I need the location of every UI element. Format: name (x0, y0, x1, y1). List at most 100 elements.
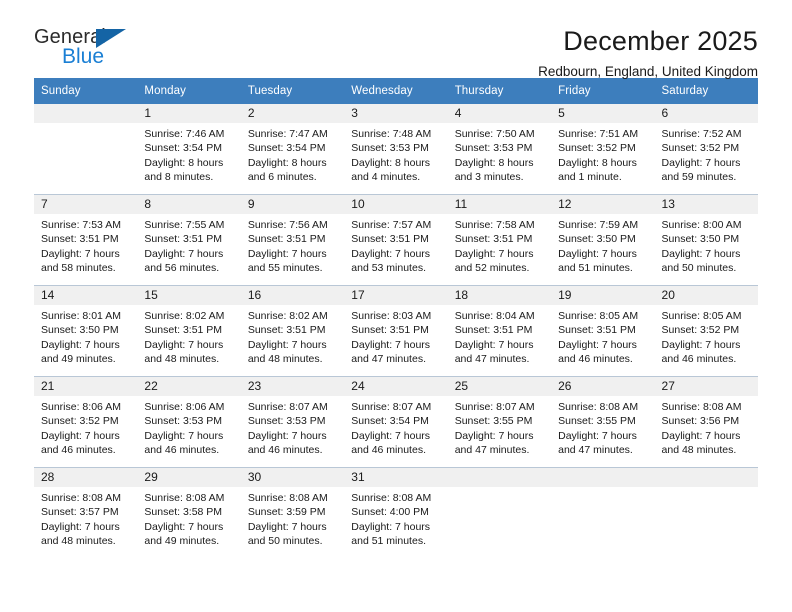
sunset-text: Sunset: 3:51 PM (247, 233, 326, 246)
daylight-text-line1: Daylight: 7 hours (351, 247, 431, 260)
calendar-day-cell[interactable]: 26 Sunrise: 8:08 AM Sunset: 3:55 PM Dayligh… (551, 376, 655, 468)
daylight-text-line1: Daylight: 7 hours (351, 429, 431, 442)
calendar-day-cell[interactable]: 11 Sunrise: 7:58 AM Sunset: 3:51 PM Dayligh… (447, 194, 552, 286)
calendar-day-cell[interactable]: 28 Sunrise: 8:08 AM Sunset: 3:57 PM Dayligh… (34, 467, 138, 558)
calendar-day-cell[interactable]: 24 Sunrise: 8:07 AM Sunset: 3:54 PM Dayligh… (344, 376, 448, 468)
day-sun-info: Sunrise: 8:08 AM Sunset: 3:59 PM Daylight:… (241, 487, 344, 548)
calendar-cell-empty (654, 467, 758, 558)
day-sun-info: Sunrise: 7:57 AM Sunset: 3:51 PM Daylight:… (344, 214, 447, 275)
daylight-text-line2: and 50 minutes. (247, 534, 323, 547)
day-number: 4 (447, 104, 552, 123)
sunrise-text: Sunrise: 8:01 AM (41, 310, 121, 322)
calendar-day-cell[interactable]: 9 Sunrise: 7:56 AM Sunset: 3:51 PM Daylight… (240, 194, 345, 286)
sunset-text: Sunset: 3:54 PM (247, 142, 326, 155)
calendar-day-cell[interactable]: 12 Sunrise: 7:59 AM Sunset: 3:50 PM Dayligh… (551, 194, 655, 286)
day-sun-info: Sunrise: 7:59 AM Sunset: 3:50 PM Daylight:… (551, 214, 654, 275)
sunrise-text: Sunrise: 8:08 AM (41, 492, 121, 504)
day-number: 11 (447, 195, 552, 214)
calendar-day-cell[interactable]: 5 Sunrise: 7:51 AM Sunset: 3:52 PM Daylight… (551, 104, 655, 195)
daylight-text-line2: and 46 minutes. (661, 352, 737, 365)
sunrise-text: Sunrise: 8:08 AM (558, 401, 639, 413)
calendar-day-cell[interactable]: 8 Sunrise: 7:55 AM Sunset: 3:51 PM Daylight… (137, 194, 241, 286)
day-number: 24 (344, 377, 448, 396)
daylight-text-line1: Daylight: 7 hours (558, 429, 637, 442)
daylight-text-line2: and 48 minutes. (661, 443, 737, 456)
calendar-day-cell[interactable]: 23 Sunrise: 8:07 AM Sunset: 3:53 PM Dayligh… (240, 376, 345, 468)
calendar-day-cell[interactable]: 1 Sunrise: 7:46 AM Sunset: 3:54 PM Daylight… (137, 104, 241, 195)
day-number: 1 (137, 104, 241, 123)
calendar-week-row: 14 Sunrise: 8:01 AM Sunset: 3:50 PM Dayligh… (34, 285, 758, 377)
sunrise-text: Sunrise: 7:57 AM (351, 219, 432, 231)
sunset-text: Sunset: 3:50 PM (558, 233, 636, 246)
weekday-header-sunday: Sunday (34, 78, 138, 104)
calendar-day-cell[interactable]: 3 Sunrise: 7:48 AM Sunset: 3:53 PM Daylight… (344, 104, 448, 195)
day-number: 31 (344, 468, 448, 487)
page-header: General Blue December 2025 Redbourn, Eng… (34, 0, 758, 79)
sunrise-text: Sunrise: 8:02 AM (144, 310, 225, 322)
day-sun-info: Sunrise: 8:08 AM Sunset: 3:58 PM Daylight:… (137, 487, 240, 548)
day-number (447, 468, 552, 487)
calendar-day-cell[interactable]: 6 Sunrise: 7:52 AM Sunset: 3:52 PM Daylight… (654, 104, 758, 195)
day-sun-info: Sunrise: 8:08 AM Sunset: 4:00 PM Daylight:… (344, 487, 447, 548)
sunrise-text: Sunrise: 8:06 AM (41, 401, 121, 413)
calendar-day-cell[interactable]: 20 Sunrise: 8:05 AM Sunset: 3:52 PM Dayligh… (654, 285, 758, 377)
day-number (34, 104, 138, 123)
day-number: 7 (34, 195, 138, 214)
daylight-text-line1: Daylight: 8 hours (144, 156, 224, 169)
day-sun-info: Sunrise: 7:48 AM Sunset: 3:53 PM Daylight:… (344, 123, 447, 184)
calendar-day-cell[interactable]: 18 Sunrise: 8:04 AM Sunset: 3:51 PM Dayligh… (447, 285, 552, 377)
daylight-text-line2: and 50 minutes. (661, 261, 737, 274)
sunrise-text: Sunrise: 7:58 AM (454, 219, 535, 231)
day-sun-info: Sunrise: 8:07 AM Sunset: 3:54 PM Daylight:… (344, 396, 447, 457)
day-number: 6 (654, 104, 758, 123)
calendar-day-cell[interactable]: 7 Sunrise: 7:53 AM Sunset: 3:51 PM Daylight… (34, 194, 138, 286)
weekday-header-thursday: Thursday (447, 78, 552, 104)
daylight-text-line2: and 47 minutes. (454, 352, 530, 365)
daylight-text-line2: and 3 minutes. (454, 170, 524, 183)
sunrise-text: Sunrise: 8:02 AM (247, 310, 328, 322)
calendar-day-cell[interactable]: 27 Sunrise: 8:08 AM Sunset: 3:56 PM Dayligh… (654, 376, 758, 468)
calendar-day-cell[interactable]: 31 Sunrise: 8:08 AM Sunset: 4:00 PM Dayligh… (344, 467, 448, 558)
calendar-day-cell[interactable]: 22 Sunrise: 8:06 AM Sunset: 3:53 PM Dayligh… (137, 376, 241, 468)
daylight-text-line1: Daylight: 7 hours (661, 156, 741, 169)
sunset-text: Sunset: 3:55 PM (558, 415, 636, 428)
calendar-day-cell[interactable]: 29 Sunrise: 8:08 AM Sunset: 3:58 PM Dayligh… (137, 467, 241, 558)
sunset-text: Sunset: 3:51 PM (41, 233, 119, 246)
day-sun-info: Sunrise: 8:02 AM Sunset: 3:51 PM Daylight:… (241, 305, 344, 366)
sunrise-text: Sunrise: 8:08 AM (351, 492, 432, 504)
sunrise-text: Sunrise: 8:07 AM (351, 401, 432, 413)
calendar-day-cell[interactable]: 14 Sunrise: 8:01 AM Sunset: 3:50 PM Dayligh… (34, 285, 138, 377)
calendar-day-cell[interactable]: 16 Sunrise: 8:02 AM Sunset: 3:51 PM Dayligh… (240, 285, 345, 377)
day-sun-info: Sunrise: 7:47 AM Sunset: 3:54 PM Daylight:… (241, 123, 344, 184)
daylight-text-line2: and 59 minutes. (661, 170, 737, 183)
calendar-day-cell[interactable]: 19 Sunrise: 8:05 AM Sunset: 3:51 PM Dayligh… (551, 285, 655, 377)
daylight-text-line1: Daylight: 7 hours (661, 429, 741, 442)
calendar-day-cell[interactable]: 25 Sunrise: 8:07 AM Sunset: 3:55 PM Dayligh… (447, 376, 552, 468)
sunset-text: Sunset: 3:52 PM (661, 142, 740, 155)
sunrise-text: Sunrise: 8:08 AM (661, 401, 742, 413)
sunrise-text: Sunrise: 8:07 AM (247, 401, 328, 413)
daylight-text-line2: and 55 minutes. (247, 261, 323, 274)
calendar-day-cell[interactable]: 10 Sunrise: 7:57 AM Sunset: 3:51 PM Dayligh… (344, 194, 448, 286)
day-sun-info: Sunrise: 7:51 AM Sunset: 3:52 PM Daylight:… (551, 123, 654, 184)
sunset-text: Sunset: 3:52 PM (41, 415, 119, 428)
daylight-text-line2: and 48 minutes. (247, 352, 323, 365)
calendar-day-cell[interactable]: 30 Sunrise: 8:08 AM Sunset: 3:59 PM Dayligh… (240, 467, 345, 558)
calendar-day-cell[interactable]: 15 Sunrise: 8:02 AM Sunset: 3:51 PM Dayligh… (137, 285, 241, 377)
daylight-text-line2: and 47 minutes. (558, 443, 633, 456)
calendar-day-cell[interactable]: 13 Sunrise: 8:00 AM Sunset: 3:50 PM Dayligh… (654, 194, 758, 286)
daylight-text-line2: and 46 minutes. (558, 352, 633, 365)
general-blue-logo: General Blue (34, 26, 139, 74)
calendar-day-cell[interactable]: 4 Sunrise: 7:50 AM Sunset: 3:53 PM Daylight… (447, 104, 552, 195)
calendar-day-cell[interactable]: 17 Sunrise: 8:03 AM Sunset: 3:51 PM Dayligh… (344, 285, 448, 377)
sunrise-text: Sunrise: 8:05 AM (661, 310, 742, 322)
day-sun-info: Sunrise: 8:04 AM Sunset: 3:51 PM Daylight:… (448, 305, 551, 366)
calendar-day-cell[interactable]: 2 Sunrise: 7:47 AM Sunset: 3:54 PM Daylight… (240, 104, 345, 195)
daylight-text-line1: Daylight: 7 hours (144, 520, 224, 533)
sunrise-text: Sunrise: 7:48 AM (351, 128, 432, 140)
day-sun-info: Sunrise: 8:06 AM Sunset: 3:52 PM Daylight:… (34, 396, 137, 457)
day-number (654, 468, 758, 487)
day-number: 14 (34, 286, 138, 305)
daylight-text-line1: Daylight: 7 hours (247, 429, 327, 442)
calendar-day-cell[interactable]: 21 Sunrise: 8:06 AM Sunset: 3:52 PM Dayligh… (34, 376, 138, 468)
